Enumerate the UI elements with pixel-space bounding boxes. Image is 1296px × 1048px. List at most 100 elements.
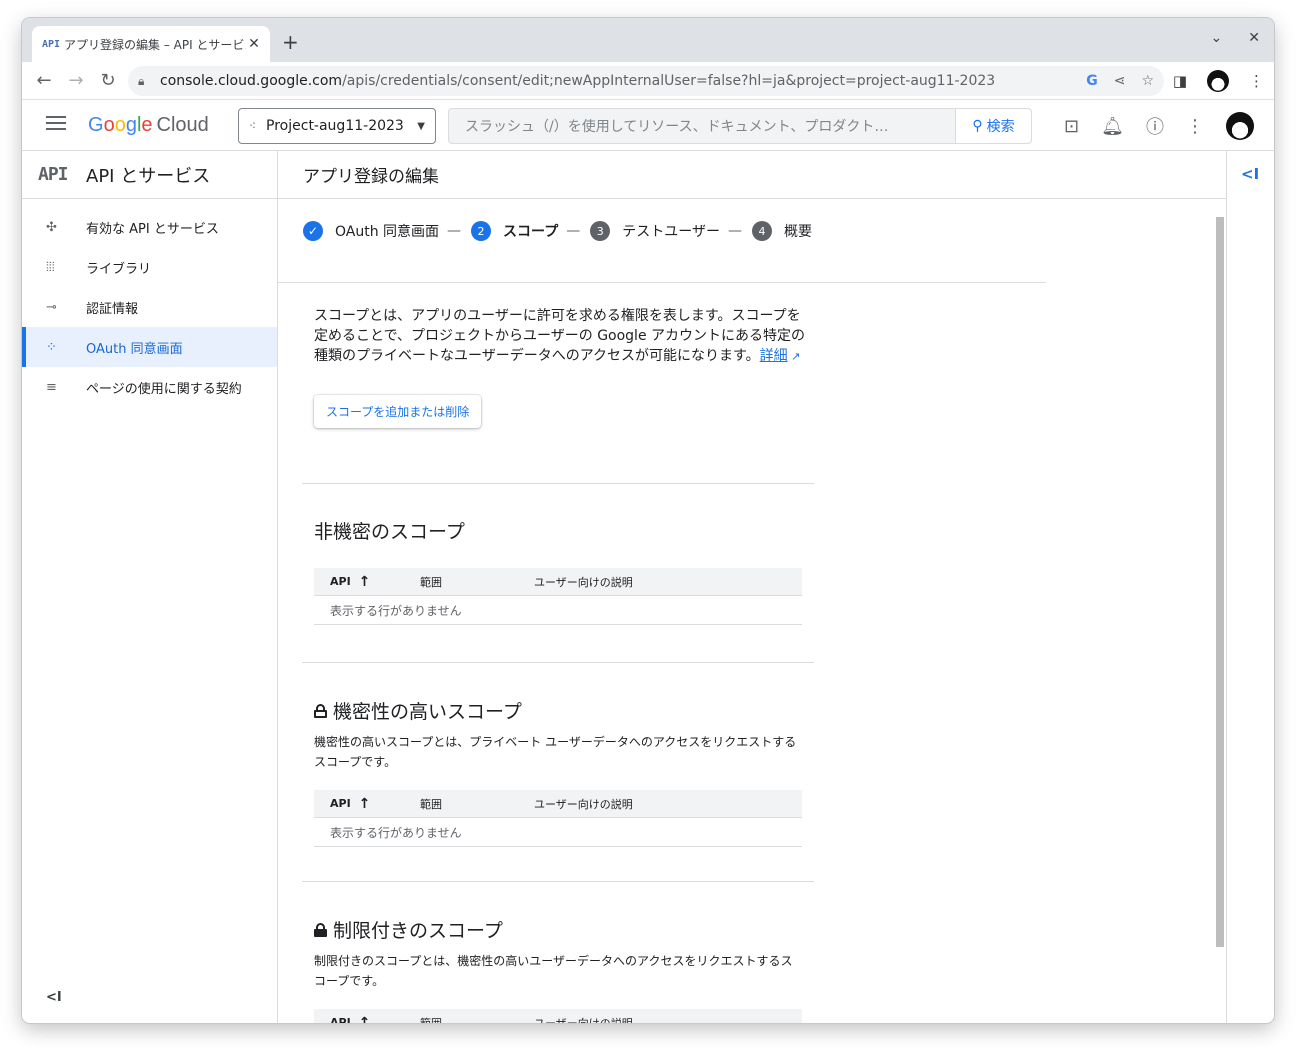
column-header-api[interactable]: API ↑ — [314, 1015, 420, 1024]
url-text: console.cloud.google.com/apis/credential… — [160, 73, 996, 89]
help-icon[interactable]: ⓘ — [1146, 113, 1164, 139]
lock-icon[interactable]: 🔒︎ — [138, 74, 160, 89]
table-header: API ↑ 範囲 ユーザー向けの説明 — [314, 568, 802, 596]
console-header: Google Cloud ⁖ Project-aug11-2023 ▼ スラッシュ… — [22, 100, 1274, 151]
close-tab-icon[interactable]: ✕ — [246, 36, 262, 52]
api-logo-icon: API — [38, 164, 69, 185]
reload-icon[interactable]: ↻ — [92, 70, 124, 91]
step-number: 3 — [590, 221, 611, 241]
more-options-icon[interactable]: ⋮ — [1186, 116, 1204, 137]
sidebar-item-enabled-apis[interactable]: ✣ 有効な API とサービス — [22, 207, 277, 247]
divider — [302, 483, 814, 484]
browser-menu-icon[interactable]: ⋮ — [1249, 72, 1264, 90]
section-title: 非機密のスコープ — [314, 521, 465, 543]
search-input[interactable]: スラッシュ（/）を使用してリソース、ドキュメント、プロダクト… — [449, 116, 955, 136]
divider — [278, 282, 1046, 283]
sidebar-title: API とサービス — [86, 165, 211, 187]
step-separator: — — [727, 223, 742, 239]
address-bar[interactable]: 🔒︎ console.cloud.google.com/apis/credent… — [128, 66, 1164, 96]
learn-more-link[interactable]: 詳細 — [760, 348, 788, 364]
expand-panel-icon[interactable]: <I — [1241, 165, 1259, 183]
table-header: API ↑ 範囲 ユーザー向けの説明 — [314, 1009, 802, 1023]
stepper: ✓ OAuth 同意画面 — 2 スコープ — 3 テストユーザー — 4 概要 — [303, 221, 820, 241]
main-content: アプリ登録の編集 ✓ OAuth 同意画面 — 2 スコープ — 3 テストユー… — [278, 151, 1226, 1023]
step-separator: — — [566, 223, 581, 239]
right-rail: <I — [1226, 151, 1274, 1023]
column-header-api[interactable]: API ↑ — [314, 574, 420, 590]
column-header-api[interactable]: API ↑ — [314, 796, 420, 812]
empty-table-message: 表示する行がありません — [314, 818, 802, 847]
dropdown-caret-icon: ▼ — [417, 120, 425, 132]
lock-icon — [314, 922, 327, 937]
lock-open-icon — [314, 703, 327, 718]
notifications-bell-icon[interactable]: 🔔︎ — [1101, 116, 1124, 137]
collapse-sidebar-icon[interactable]: <I — [46, 990, 62, 1005]
page-title: アプリ登録の編集 — [278, 151, 1226, 199]
add-remove-scopes-button[interactable]: スコープを追加または削除 — [314, 395, 482, 428]
sensitive-scopes-section: 機密性の高いスコープ 機密性の高いスコープとは、プライベート ユーザーデータへの… — [314, 697, 802, 847]
column-header-range: 範囲 — [420, 1016, 442, 1024]
search-icon: ⚲ — [972, 118, 983, 134]
google-cloud-logo[interactable]: Google Cloud — [88, 114, 209, 137]
google-translate-icon[interactable]: G — [1086, 73, 1098, 89]
share-icon[interactable]: ⋖ — [1114, 73, 1126, 89]
section-title: 機密性の高いスコープ — [314, 697, 802, 724]
sidebar-item-credentials[interactable]: ⊸ 認証情報 — [22, 287, 277, 327]
project-name: Project-aug11-2023 — [266, 118, 404, 134]
sidebar-item-library[interactable]: ⦙⦙⦙ ライブラリ — [22, 247, 277, 287]
column-header-description: ユーザー向けの説明 — [534, 1016, 633, 1024]
sort-arrow-icon: ↑ — [358, 573, 371, 590]
section-title: 制限付きのスコープ — [314, 916, 802, 943]
search-bar[interactable]: スラッシュ（/）を使用してリソース、ドキュメント、プロダクト… ⚲ 検索 — [448, 108, 1032, 144]
sidebar-header: API API とサービス — [22, 151, 277, 199]
key-icon: ⊸ — [46, 299, 57, 315]
side-panel-icon[interactable]: ◨ — [1173, 72, 1187, 90]
divider — [302, 881, 814, 882]
library-icon: ⦙⦙⦙ — [46, 259, 55, 275]
scopes-table: API ↑ 範囲 ユーザー向けの説明 表示する行がありません — [314, 568, 802, 625]
restricted-scopes-section: 制限付きのスコープ 制限付きのスコープとは、機密性の高いユーザーデータへのアクセ… — [314, 916, 802, 1023]
forward-arrow-icon[interactable]: → — [60, 70, 92, 91]
browser-tab[interactable]: API アプリ登録の編集 – API とサービス ✕ — [32, 26, 270, 62]
back-arrow-icon[interactable]: ← — [28, 70, 60, 91]
window-close-icon[interactable]: ✕ — [1248, 30, 1260, 46]
step-check-icon: ✓ — [303, 221, 323, 241]
tab-search-chevron-icon[interactable]: ⌄ — [1211, 30, 1223, 46]
step-oauth-consent[interactable]: OAuth 同意画面 — [335, 221, 439, 241]
nonsensitive-scopes-section: 非機密のスコープ API ↑ 範囲 ユーザー向けの説明 表示する行がありません — [314, 517, 802, 625]
scrollbar[interactable] — [1216, 217, 1224, 947]
browser-toolbar: ← → ↻ 🔒︎ console.cloud.google.com/apis/c… — [22, 62, 1274, 100]
profile-avatar-icon[interactable] — [1207, 70, 1229, 92]
column-header-range: 範囲 — [420, 797, 442, 811]
settings-list-icon: ≡ — [46, 379, 57, 395]
table-header: API ↑ 範囲 ユーザー向けの説明 — [314, 790, 802, 818]
empty-table-message: 表示する行がありません — [314, 596, 802, 625]
sidebar-item-oauth-consent[interactable]: ⁘ OAuth 同意画面 — [22, 327, 277, 367]
step-number: 4 — [751, 221, 772, 241]
step-test-users: テストユーザー — [622, 224, 720, 240]
search-button[interactable]: ⚲ 検索 — [955, 109, 1031, 143]
new-tab-button[interactable]: + — [282, 30, 299, 54]
enabled-apis-icon: ✣ — [46, 219, 57, 235]
scopes-table: API ↑ 範囲 ユーザー向けの説明 表示する行がありません — [314, 790, 802, 847]
divider — [302, 662, 814, 663]
scopes-description: スコープとは、アプリのユーザーに許可を求める権限を表します。スコープを定めること… — [314, 308, 806, 364]
sidebar: API API とサービス ✣ 有効な API とサービス ⦙⦙⦙ ライブラリ … — [22, 151, 278, 1023]
project-hierarchy-icon: ⁖ — [249, 119, 257, 133]
external-link-icon: ↗ — [787, 350, 801, 363]
column-header-description: ユーザー向けの説明 — [534, 575, 633, 589]
step-separator: — — [447, 223, 462, 239]
main-menu-icon[interactable] — [46, 116, 66, 132]
bookmark-star-icon[interactable]: ☆ — [1141, 73, 1154, 89]
browser-window: API アプリ登録の編集 – API とサービス ✕ + ⌄ ✕ ← → ↻ 🔒… — [22, 18, 1274, 1023]
sidebar-item-page-usage-agreements[interactable]: ≡ ページの使用に関する契約 — [22, 367, 277, 407]
step-number: 2 — [471, 221, 492, 241]
cloud-shell-icon[interactable]: ⊡ — [1064, 116, 1079, 137]
account-avatar[interactable] — [1226, 112, 1254, 140]
project-selector[interactable]: ⁖ Project-aug11-2023 ▼ — [238, 108, 436, 144]
tab-title: アプリ登録の編集 – API とサービス — [64, 37, 246, 52]
column-header-range: 範囲 — [420, 575, 442, 589]
section-description: 機密性の高いスコープとは、プライベート ユーザーデータへのアクセスをリクエストす… — [314, 735, 797, 769]
column-header-description: ユーザー向けの説明 — [534, 797, 633, 811]
sort-arrow-icon: ↑ — [358, 795, 371, 812]
